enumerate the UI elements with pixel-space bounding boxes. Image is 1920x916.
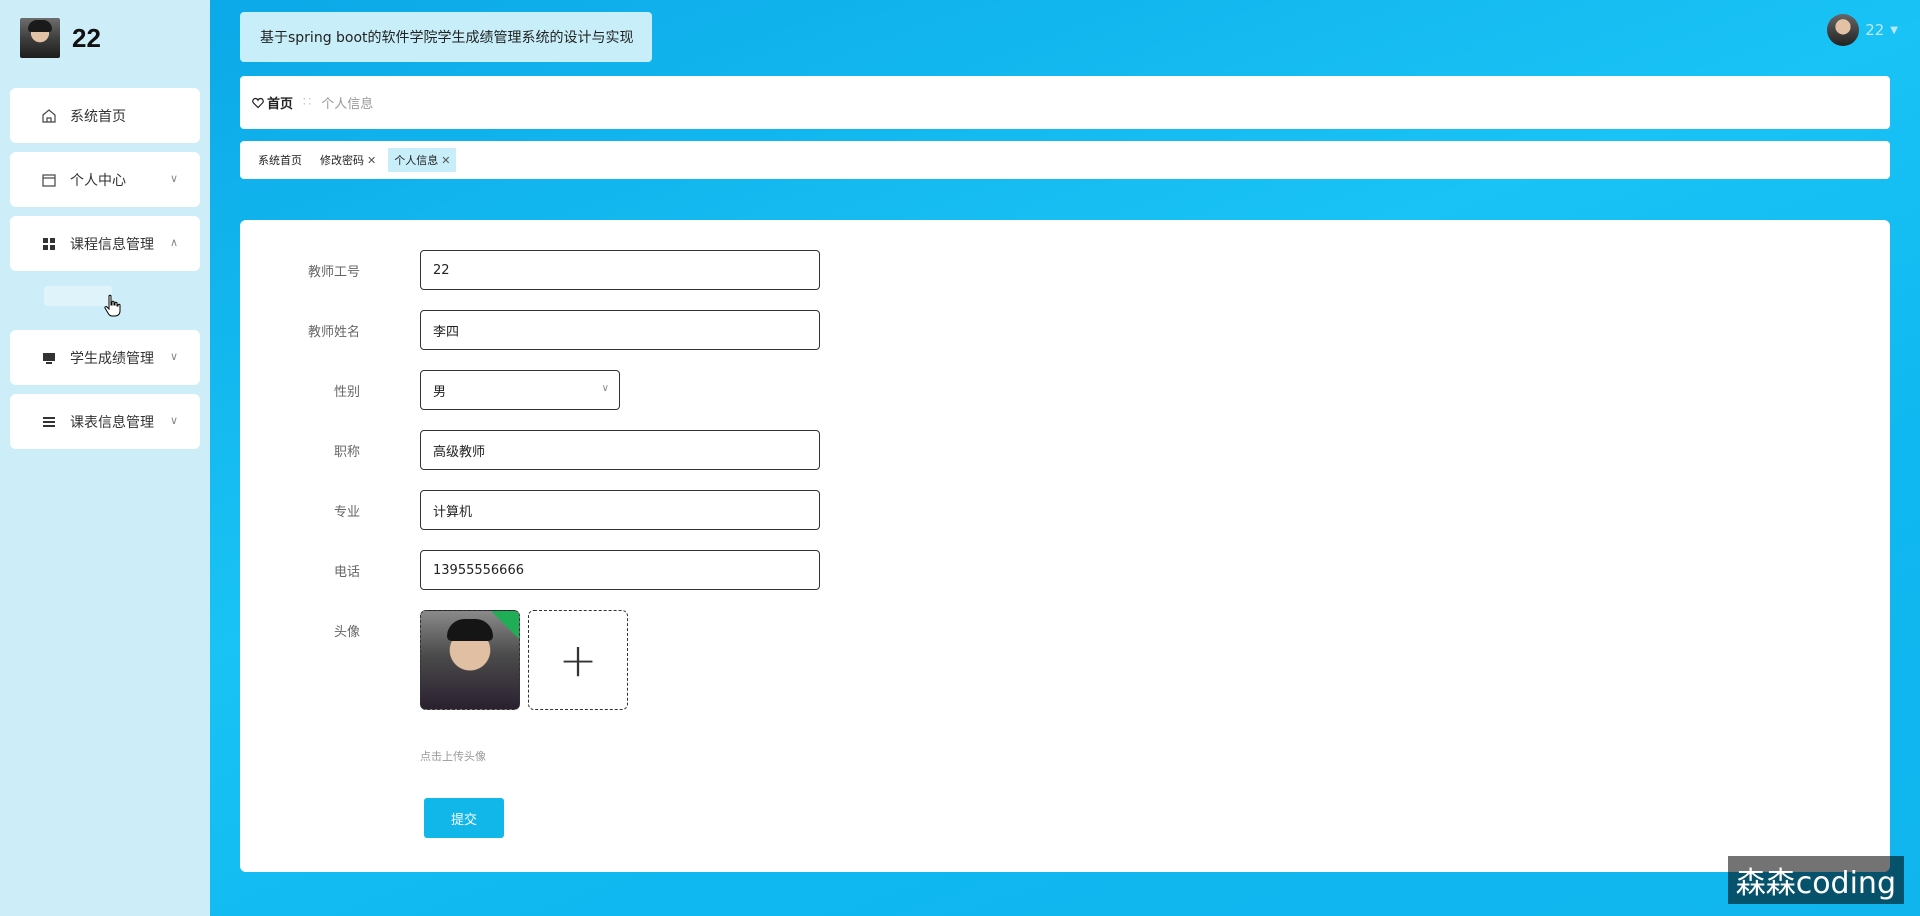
sidebar-item-course-info[interactable]: 课程信息管理 ∧ (10, 216, 200, 271)
tab-change-password[interactable]: 修改密码 ✕ (314, 148, 382, 172)
gender-select[interactable]: 男 ∨ (420, 370, 620, 410)
hand-cursor-icon (104, 294, 121, 317)
sidebar-item-label: 学生成绩管理 (70, 350, 154, 367)
tab-personal-info[interactable]: 个人信息 ✕ (388, 148, 457, 172)
breadcrumb: 首页 ∷ 个人信息 (240, 76, 1890, 129)
field-label-teacher-id: 教师工号 (307, 265, 360, 280)
sidebar-item-label: 系统首页 (70, 108, 126, 125)
field-label-phone: 电话 (333, 565, 360, 580)
user-menu[interactable]: 22 ▼ (1827, 14, 1898, 46)
tab-label: 个人信息 (394, 154, 439, 167)
phone-field[interactable]: 13955556666 (420, 550, 820, 590)
avatar-preview[interactable] (420, 610, 520, 710)
grid-icon (40, 235, 58, 253)
field-label-major: 专业 (333, 505, 360, 520)
avatar-upload-button[interactable]: + (528, 610, 628, 710)
field-label-avatar: 头像 (333, 625, 360, 640)
chevron-down-icon: ∨ (169, 350, 178, 363)
sidebar-item-home[interactable]: 系统首页 (10, 88, 200, 143)
sidebar-item-personal-center[interactable]: 个人中心 ∨ (10, 152, 200, 207)
caret-down-icon: ▼ (1890, 24, 1898, 36)
sidebar: 22 系统首页 个人中心 ∨ 课程信息管理 ∧ 学生成绩管理 ∨ 课表信息管理 … (0, 0, 210, 916)
brand: 22 (20, 18, 101, 58)
monitor-icon (40, 349, 58, 367)
breadcrumb-current: 个人信息 (321, 97, 374, 112)
brand-user-name: 22 (72, 22, 101, 53)
sidebar-item-label: 个人中心 (70, 172, 126, 189)
avatar (1827, 14, 1860, 46)
field-label-title: 职称 (333, 445, 360, 460)
chevron-down-icon: ∨ (169, 172, 178, 185)
upload-hint: 点击上传头像 (420, 750, 486, 763)
field-label-gender: 性别 (333, 385, 360, 400)
plus-icon: + (558, 633, 598, 687)
tab-label: 系统首页 (258, 154, 302, 167)
tab-system-home[interactable]: 系统首页 (252, 148, 308, 172)
close-icon[interactable]: ✕ (441, 154, 450, 167)
heart-icon (252, 97, 264, 108)
field-label-teacher-name: 教师姓名 (307, 325, 360, 340)
submit-button[interactable]: 提交 (424, 798, 504, 838)
profile-form-panel: 教师工号 22 教师姓名 李四 性别 男 ∨ 职称 高级教师 专业 计算机 电话… (240, 220, 1890, 872)
major-field[interactable]: 计算机 (420, 490, 820, 530)
close-icon[interactable]: ✕ (367, 154, 376, 167)
breadcrumb-home-label: 首页 (267, 97, 294, 112)
list-icon (40, 413, 58, 431)
sidebar-item-student-grades[interactable]: 学生成绩管理 ∨ (10, 330, 200, 385)
home-icon (40, 107, 58, 125)
chevron-up-icon: ∧ (169, 236, 178, 249)
app-title: 基于spring boot的软件学院学生成绩管理系统的设计与实现 (240, 12, 652, 62)
sidebar-item-label: 课程信息管理 (70, 236, 154, 253)
sidebar-item-label: 课表信息管理 (70, 414, 154, 431)
tab-label: 修改密码 (320, 154, 364, 167)
submenu-item[interactable] (44, 286, 112, 306)
calendar-icon (40, 171, 58, 189)
breadcrumb-home[interactable]: 首页 (252, 93, 293, 112)
user-avatar (20, 18, 60, 58)
sidebar-item-timetable[interactable]: 课表信息管理 ∨ (10, 394, 200, 449)
chevron-down-icon: ∨ (601, 383, 609, 394)
watermark: 森森coding (1727, 856, 1904, 904)
chevron-down-icon: ∨ (169, 414, 178, 427)
teacher-id-field[interactable]: 22 (420, 250, 820, 290)
user-menu-label: 22 (1865, 21, 1885, 39)
gender-select-value: 男 (433, 384, 447, 400)
job-title-field[interactable]: 高级教师 (420, 430, 820, 470)
tab-bar: 系统首页 修改密码 ✕ 个人信息 ✕ (240, 141, 1890, 179)
breadcrumb-separator: ∷ (303, 95, 312, 110)
teacher-name-field[interactable]: 李四 (420, 310, 820, 350)
